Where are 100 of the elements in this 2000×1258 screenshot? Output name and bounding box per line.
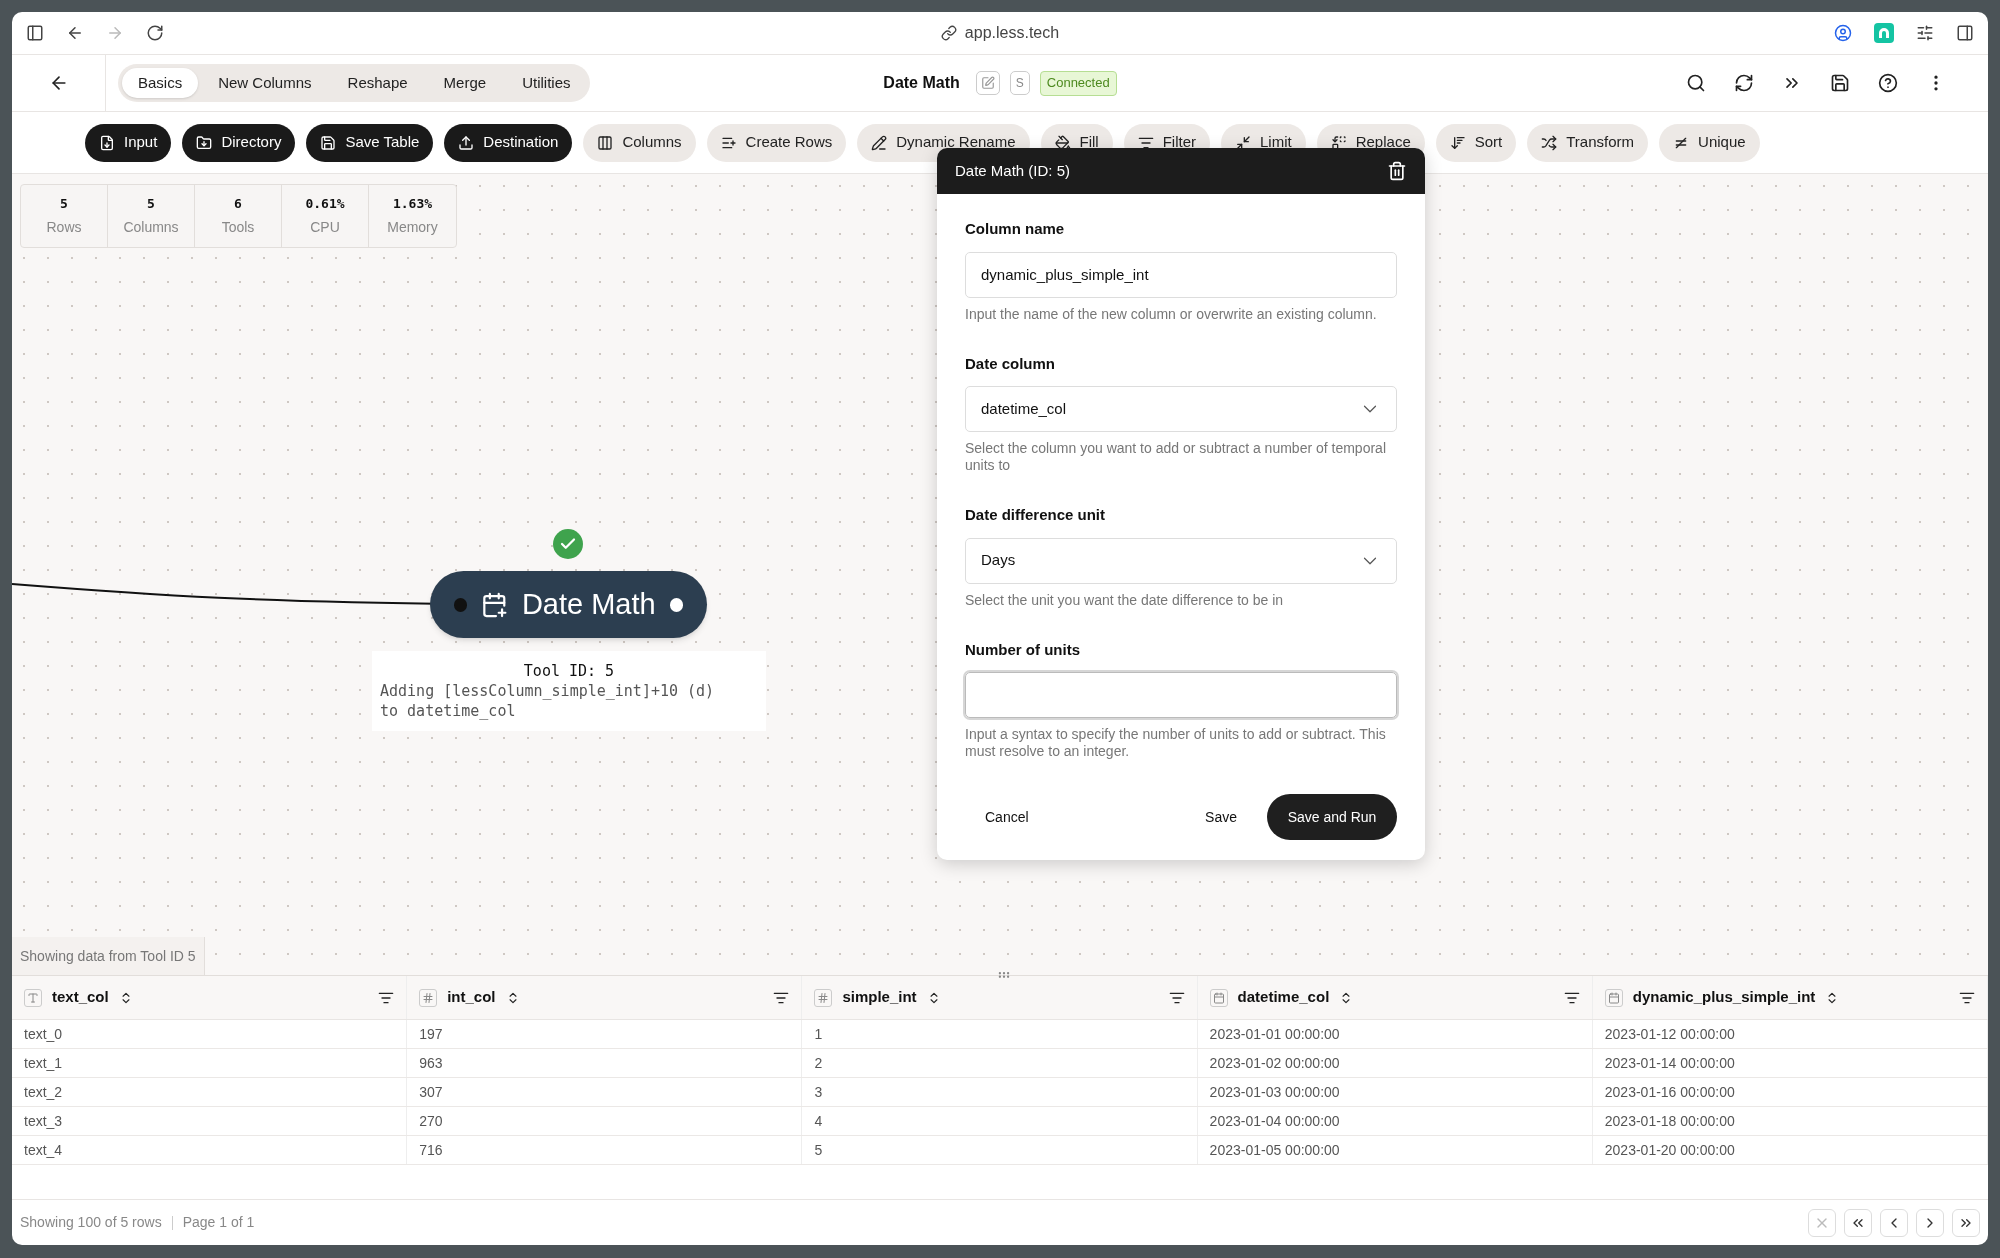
- select-field[interactable]: datetime_col: [965, 386, 1397, 432]
- tool-button[interactable]: Columns: [583, 123, 696, 162]
- number-type-icon: [814, 988, 833, 1007]
- column-header[interactable]: int_col: [447, 986, 496, 1009]
- search-icon[interactable]: [1686, 73, 1706, 93]
- first-page-button[interactable]: [1844, 1208, 1872, 1237]
- tool-button[interactable]: Transform: [1527, 123, 1649, 162]
- table-cell: text_2: [12, 1078, 408, 1106]
- table-cell: text_4: [12, 1136, 408, 1164]
- field-label: Date column: [965, 353, 1056, 374]
- person-circle-icon[interactable]: [1834, 24, 1852, 42]
- save-and-run-button[interactable]: Save and Run: [1267, 794, 1397, 840]
- stat-label: Tools: [221, 217, 255, 237]
- help-text: Select the column you want to add or subtract a number of temporal units to: [965, 440, 1387, 474]
- last-page-button[interactable]: [1952, 1208, 1980, 1237]
- table-cell: 1: [802, 1020, 1198, 1048]
- field-label: Date difference unit: [965, 505, 1107, 525]
- save-icon[interactable]: [1830, 73, 1850, 93]
- tab[interactable]: Basics: [122, 68, 199, 98]
- download-icon: [99, 134, 115, 151]
- table-cell: 197: [407, 1020, 803, 1048]
- input-field[interactable]: [965, 672, 1397, 718]
- dialog-title: Date Math (ID: 5): [955, 160, 1071, 181]
- s-button[interactable]: S: [1009, 71, 1030, 95]
- input-field[interactable]: dynamic_plus_simple_int: [965, 251, 1397, 298]
- help-icon[interactable]: [1878, 73, 1898, 93]
- tab[interactable]: Utilities: [506, 68, 587, 98]
- tab[interactable]: Merge: [427, 68, 503, 98]
- column-header[interactable]: text_col: [52, 986, 109, 1009]
- field-label: Number of units: [965, 639, 1081, 660]
- sort-icon: [1449, 134, 1466, 151]
- next-page-button[interactable]: [1916, 1208, 1944, 1237]
- table-cell: 2: [802, 1049, 1198, 1077]
- shuffle-icon: [1541, 134, 1558, 151]
- table-cell: 2023-01-05 00:00:00: [1197, 1136, 1593, 1164]
- field-label: Column name: [965, 219, 1066, 239]
- select-field[interactable]: Days: [965, 537, 1397, 584]
- reload-icon[interactable]: [146, 24, 164, 42]
- table-cell: 2023-01-02 00:00:00: [1197, 1049, 1593, 1077]
- split-view-icon[interactable]: [1956, 24, 1974, 42]
- calendar-icon: [1209, 988, 1228, 1007]
- table-cell: 2023-01-12 00:00:00: [1592, 1020, 1988, 1048]
- previous-page-button[interactable]: [1880, 1208, 1908, 1237]
- tool-button[interactable]: Sort: [1435, 123, 1517, 162]
- tool-button[interactable]: Unique: [1659, 123, 1760, 162]
- save-icon: [320, 134, 337, 151]
- page-indicator: Page 1 of 1: [182, 1213, 255, 1232]
- table-cell: text_1: [12, 1049, 408, 1077]
- help-text: Select the unit you want the date difference to be in: [965, 591, 1285, 609]
- table-cell: 963: [407, 1049, 803, 1077]
- output-port[interactable]: [669, 597, 683, 612]
- tab[interactable]: New Columns: [202, 68, 328, 98]
- tool-button[interactable]: Destination: [444, 123, 573, 162]
- table-cell: 2023-01-18 00:00:00: [1592, 1107, 1988, 1135]
- table-cell: 2023-01-01 00:00:00: [1197, 1020, 1593, 1048]
- column-header[interactable]: datetime_col: [1237, 986, 1330, 1009]
- stat-label: Rows: [46, 217, 82, 237]
- sliders-icon[interactable]: [1916, 24, 1934, 42]
- trash-icon[interactable]: [1387, 161, 1407, 181]
- table-cell: 307: [407, 1078, 803, 1106]
- node-title: Date Math: [521, 586, 656, 622]
- pencil-icon: [871, 134, 888, 151]
- tool-button[interactable]: Create Rows: [706, 123, 847, 162]
- save-button[interactable]: Save: [1189, 794, 1253, 840]
- address-bar[interactable]: app.less.tech: [964, 21, 1060, 45]
- table-cell: text_0: [12, 1020, 408, 1048]
- calendar-icon: [1604, 988, 1623, 1007]
- help-text: Input the name of the new column or overwrite an existing column.: [965, 305, 1378, 323]
- stat-label: Memory: [387, 217, 438, 237]
- column-header[interactable]: dynamic_plus_simple_int: [1632, 986, 1816, 1009]
- calendar-plus-icon: [481, 590, 508, 619]
- table-cell: 2023-01-20 00:00:00: [1592, 1136, 1988, 1164]
- cancel-button[interactable]: Cancel: [965, 794, 1049, 840]
- tool-button[interactable]: Directory: [182, 123, 296, 162]
- stat-value: 0.61%: [305, 195, 345, 214]
- table-cell: 716: [407, 1136, 803, 1164]
- upload-icon: [458, 134, 475, 151]
- table-cell: 4: [802, 1107, 1198, 1135]
- stat-value: 1.63%: [392, 195, 433, 214]
- table-cell: 270: [407, 1107, 803, 1135]
- workflow-title: Date Math: [883, 73, 960, 93]
- tool-button[interactable]: Save Table: [306, 123, 434, 162]
- column-header[interactable]: simple_int: [842, 986, 917, 1009]
- tab[interactable]: Reshape: [331, 68, 424, 98]
- table-cell: text_3: [12, 1107, 408, 1135]
- tool-node[interactable]: Date Math: [430, 571, 707, 638]
- number-type-icon: [419, 988, 438, 1007]
- table-cell: 2023-01-16 00:00:00: [1592, 1078, 1988, 1106]
- stat-label: CPU: [310, 217, 340, 237]
- edit-icon: [980, 76, 995, 90]
- tool-button[interactable]: Input: [85, 123, 172, 162]
- stat-label: Columns: [123, 217, 179, 237]
- table-cell: 2023-01-03 00:00:00: [1197, 1078, 1593, 1106]
- help-text: Input a syntax to specify the number of units to add or subtract. This must resolve to an integer.: [965, 726, 1387, 760]
- input-port[interactable]: [454, 597, 468, 612]
- table-cell: 2023-01-04 00:00:00: [1197, 1107, 1593, 1135]
- table-cell: 5: [802, 1136, 1198, 1164]
- node-id: Tool ID: 5: [522, 661, 616, 681]
- refresh-icon[interactable]: [1734, 73, 1754, 93]
- sidebar-icon[interactable]: [26, 24, 44, 42]
